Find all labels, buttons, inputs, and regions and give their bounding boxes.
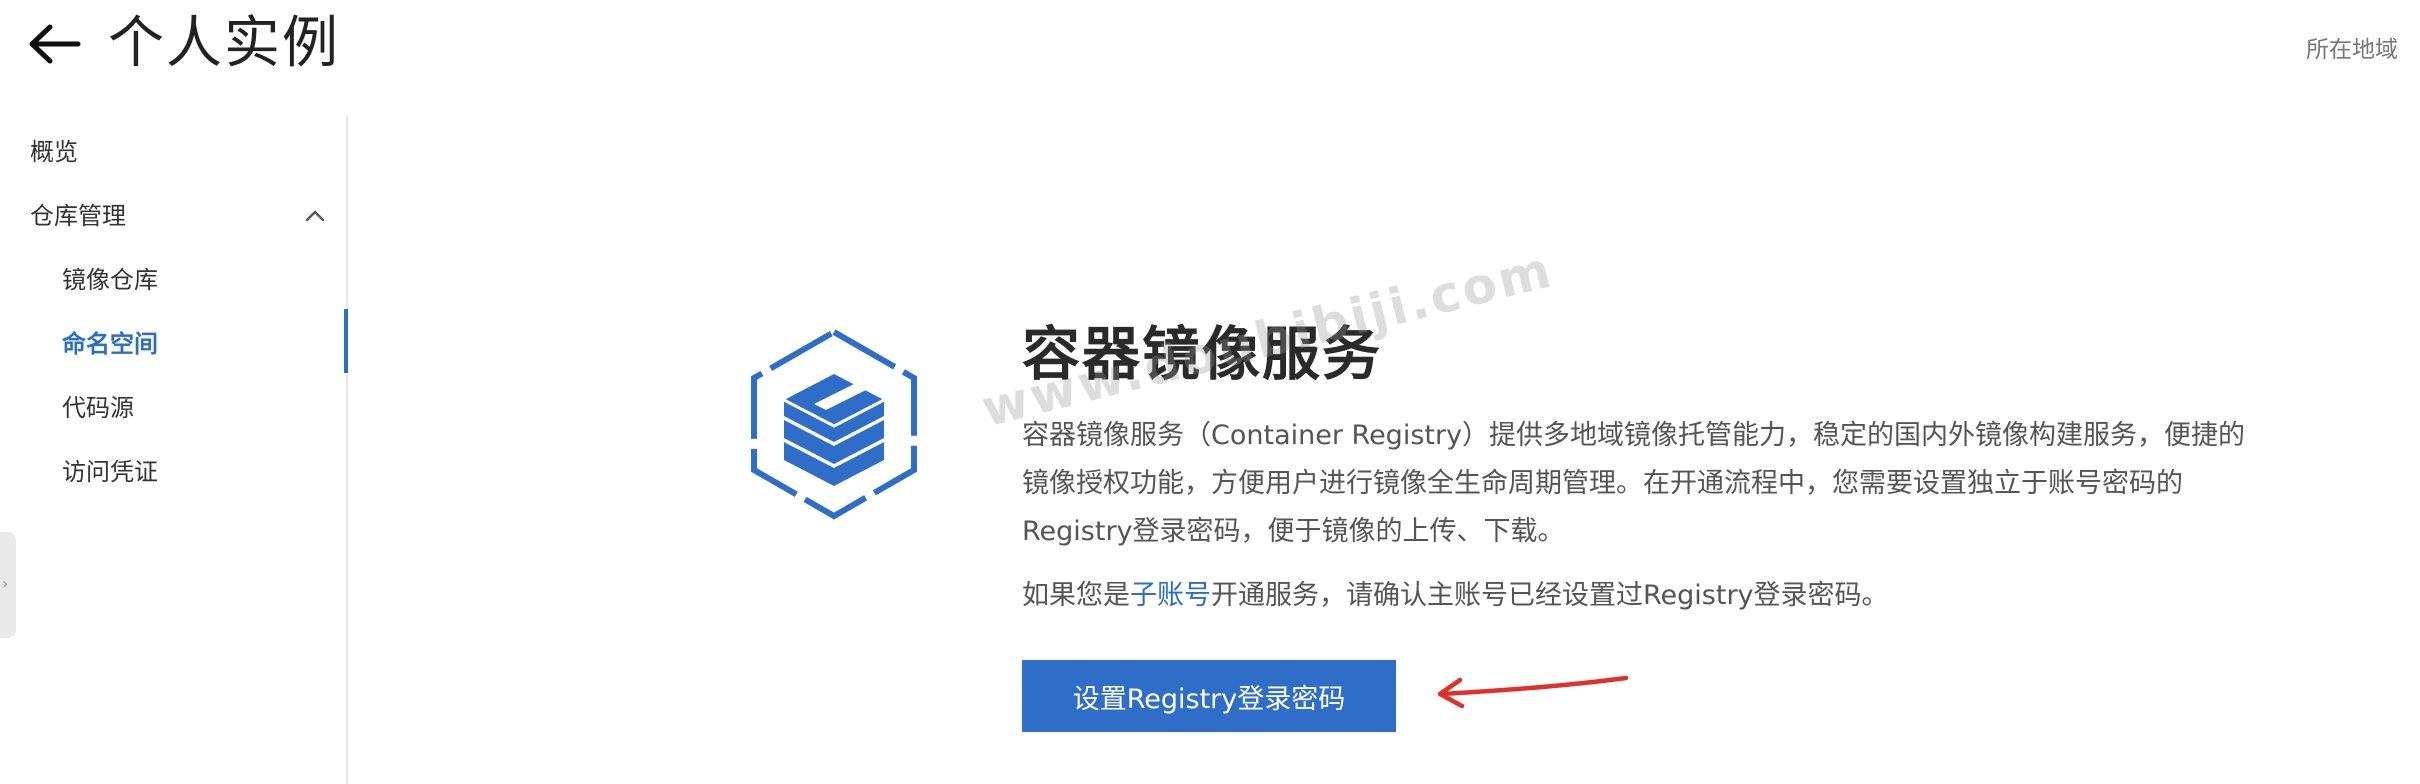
chevron-right-icon: ›: [2, 574, 9, 593]
sidebar-item-access-credentials[interactable]: 访问凭证: [62, 456, 158, 488]
sidebar-collapse-handle[interactable]: ›: [0, 532, 16, 638]
active-indicator: [344, 309, 348, 373]
container-registry-logo: [751, 328, 917, 520]
hero-title: 容器镜像服务: [1022, 320, 1383, 388]
chevron-up-icon[interactable]: [304, 208, 326, 224]
region-selector[interactable]: 所在地域: [2306, 30, 2398, 64]
sidebar-item-image-repos[interactable]: 镜像仓库: [62, 264, 158, 296]
note-suffix: 开通服务，请确认主账号已经设置过Registry登录密码。: [1211, 580, 1889, 611]
sub-account-note: 如果您是子账号开通服务，请确认主账号已经设置过Registry登录密码。: [1022, 576, 1889, 616]
sub-account-link[interactable]: 子账号: [1130, 580, 1211, 611]
sidebar-group-repo-management[interactable]: 仓库管理: [30, 200, 126, 232]
sidebar-item-overview[interactable]: 概览: [30, 136, 78, 168]
hero-description: 容器镜像服务（Container Registry）提供多地域镜像托管能力，稳定…: [1022, 420, 2246, 547]
sidebar-item-code-sources[interactable]: 代码源: [62, 392, 134, 424]
page-title: 个人实例: [108, 11, 340, 76]
red-arrow-annotation: [1437, 675, 1629, 709]
sidebar: 概览 仓库管理 镜像仓库 命名空间 代码源 访问凭证: [0, 116, 348, 784]
set-registry-password-button[interactable]: 设置Registry登录密码: [1022, 660, 1396, 732]
note-prefix: 如果您是: [1022, 580, 1130, 611]
arrow-left-icon[interactable]: [26, 22, 82, 66]
sidebar-item-namespaces[interactable]: 命名空间: [62, 328, 158, 360]
